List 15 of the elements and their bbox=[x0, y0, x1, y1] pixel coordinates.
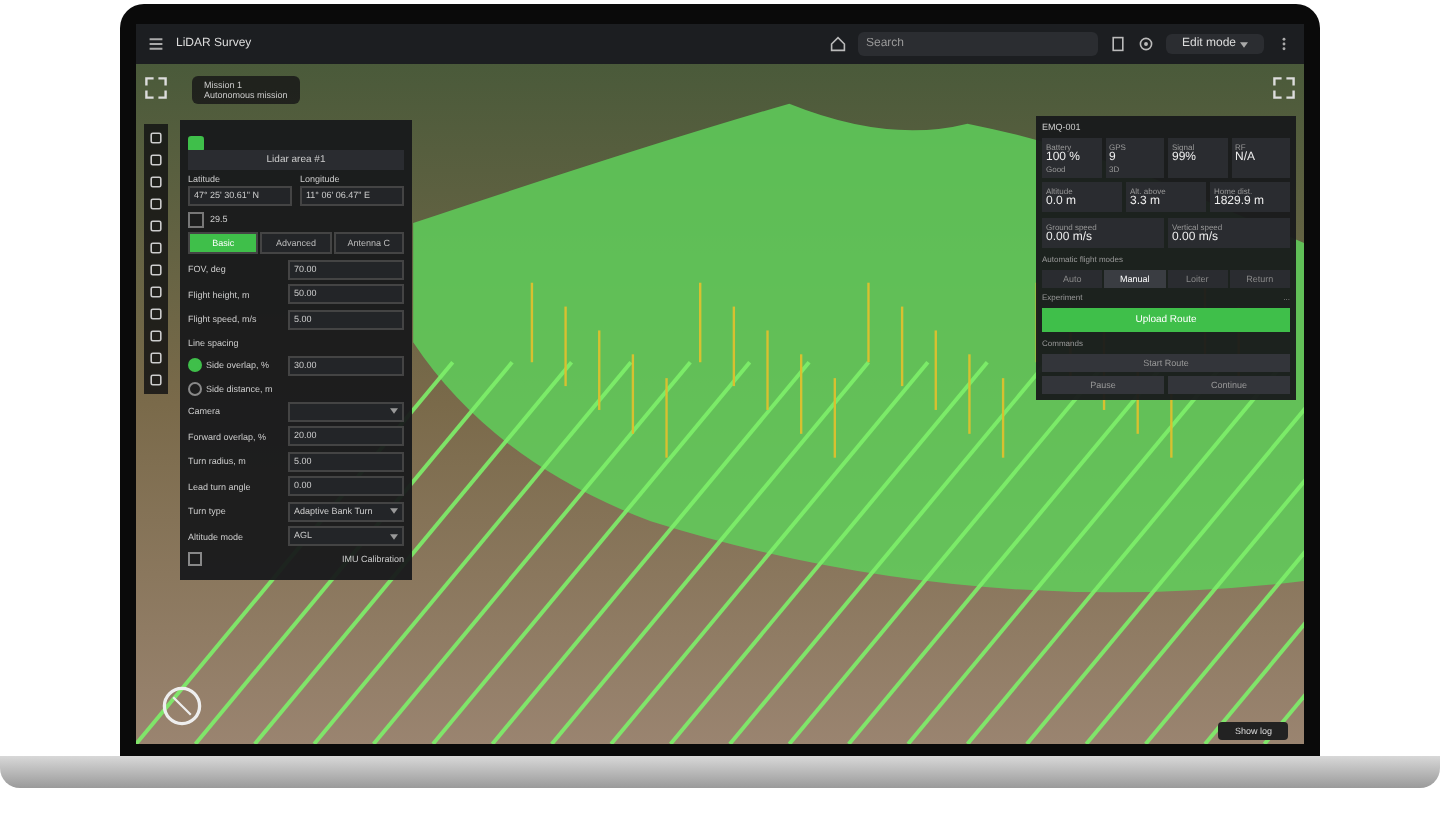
document-icon[interactable] bbox=[1109, 36, 1126, 52]
radio-button[interactable] bbox=[188, 358, 202, 372]
caret-icon bbox=[390, 533, 398, 539]
caret-icon bbox=[390, 408, 398, 414]
expand-icon[interactable] bbox=[1272, 76, 1296, 100]
altitude-toggle[interactable] bbox=[188, 211, 204, 227]
checkbox[interactable] bbox=[188, 552, 202, 566]
home-icon[interactable] bbox=[829, 36, 846, 52]
caret-icon bbox=[390, 508, 398, 514]
expand-icon[interactable] bbox=[144, 76, 168, 100]
caret-icon bbox=[1240, 41, 1248, 47]
radio-button[interactable] bbox=[188, 381, 202, 395]
settings-icon[interactable] bbox=[1137, 36, 1154, 52]
compass-icon[interactable] bbox=[160, 684, 204, 728]
menu-icon[interactable] bbox=[148, 36, 164, 52]
